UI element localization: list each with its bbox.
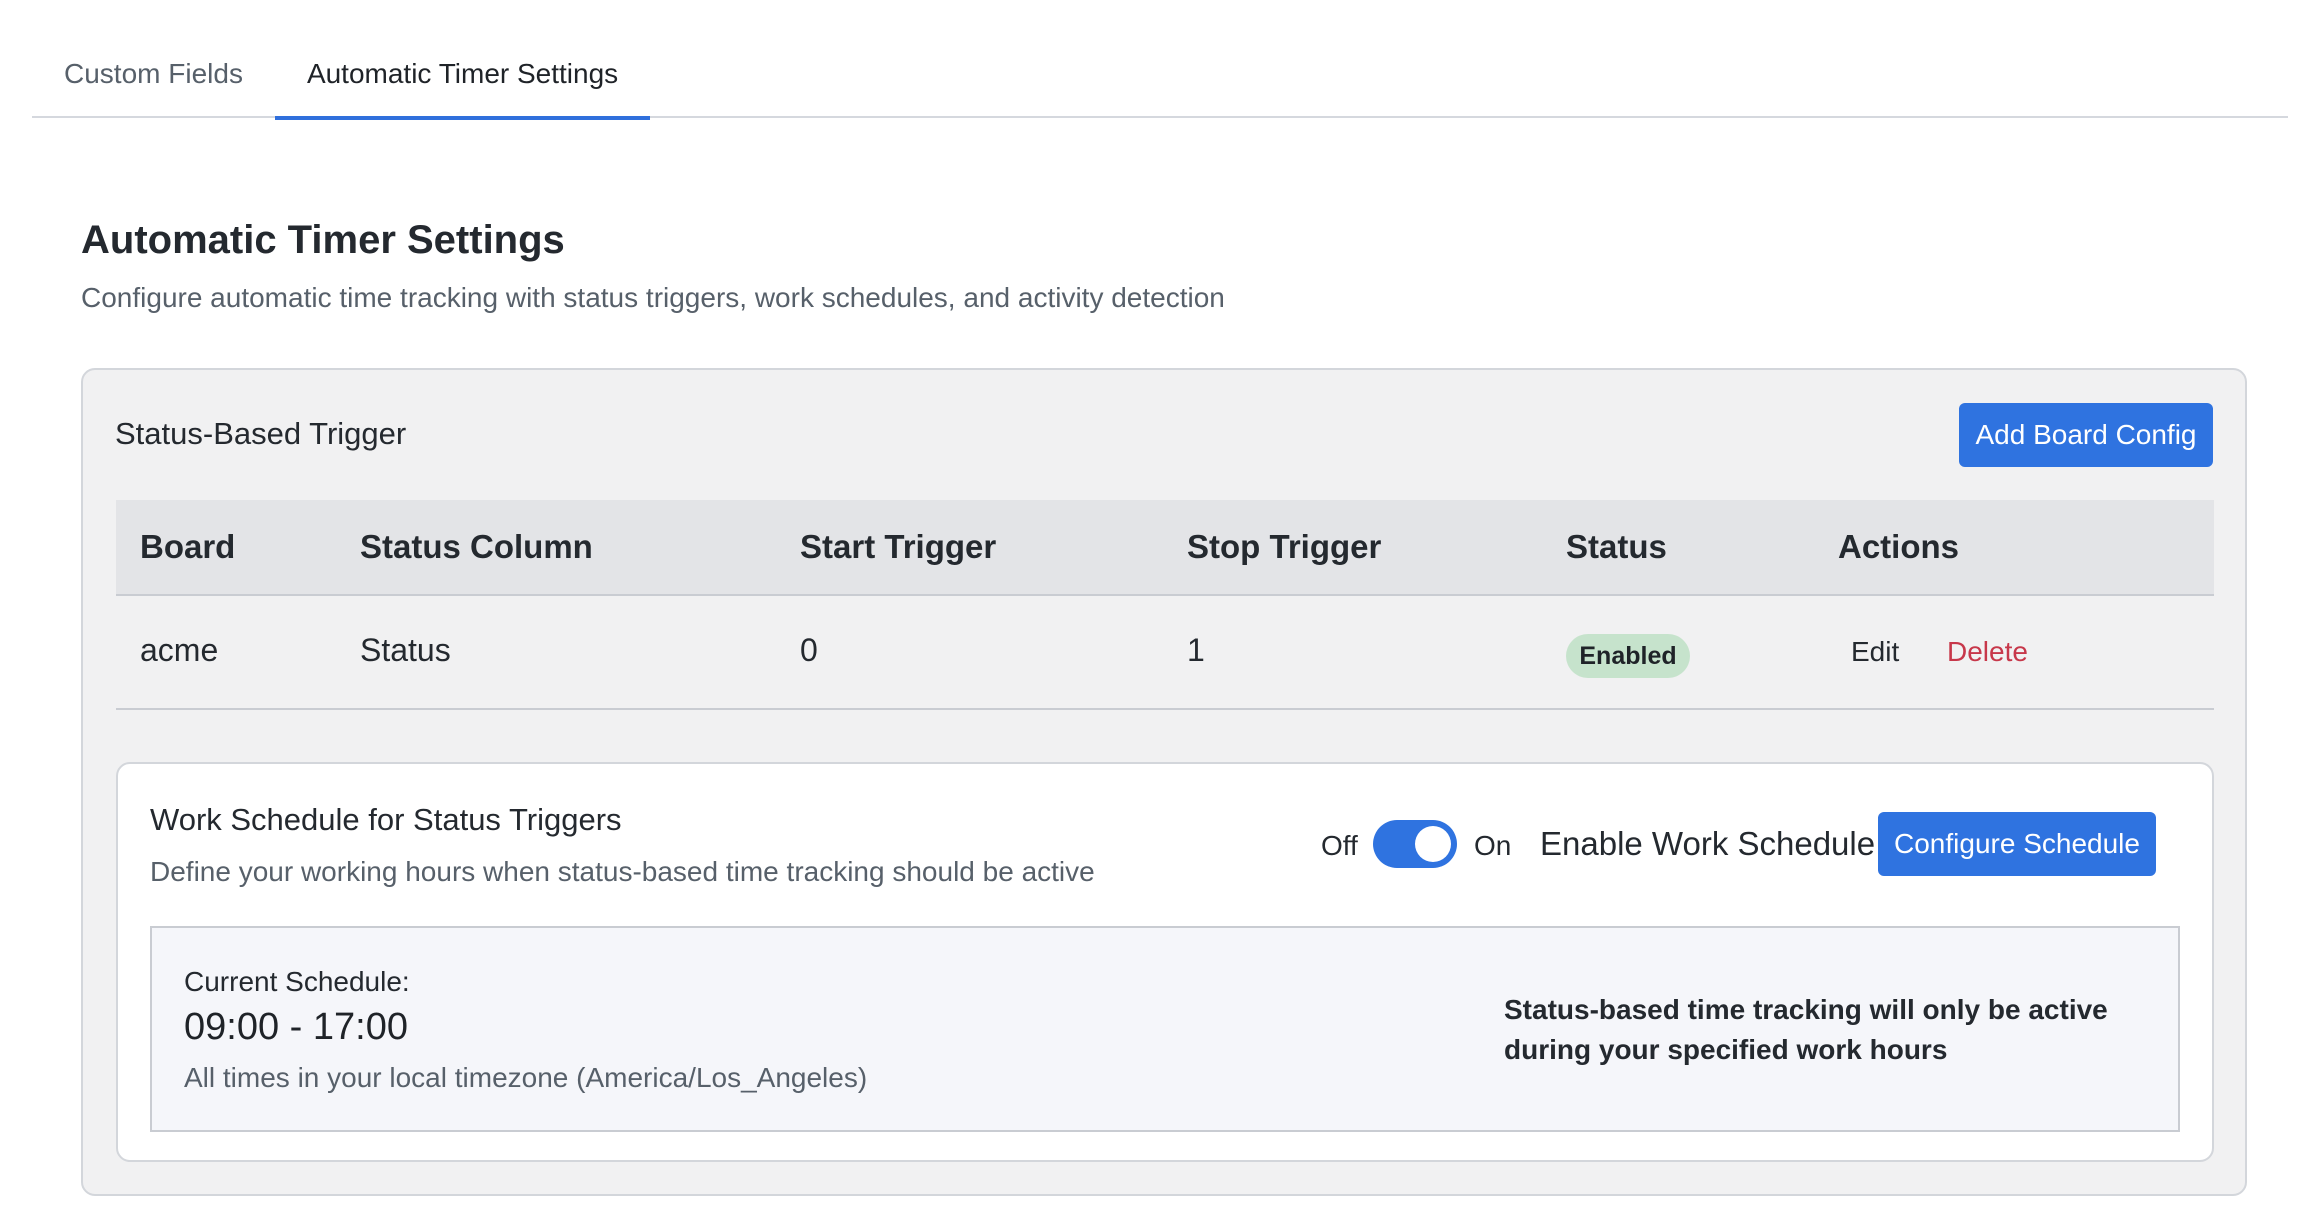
- board-config-table: Board Status Column Start Trigger Stop T…: [116, 500, 2214, 710]
- header-status-column: Status Column: [360, 528, 593, 565]
- delete-button[interactable]: Delete: [1947, 636, 2028, 668]
- header-board: Board: [140, 528, 236, 565]
- toggle-knob: [1415, 826, 1451, 862]
- status-trigger-title: Status-Based Trigger: [115, 416, 407, 451]
- enable-work-schedule-label: Enable Work Schedule: [1540, 825, 1876, 862]
- tab-custom-fields[interactable]: Custom Fields: [32, 40, 275, 118]
- table-header: Board Status Column Start Trigger Stop T…: [116, 500, 2214, 596]
- status-badge: Enabled: [1566, 634, 1690, 678]
- header-actions: Actions: [1838, 528, 1960, 565]
- current-schedule-panel: Current Schedule: 09:00 - 17:00 All time…: [150, 926, 2180, 1132]
- tab-label: Custom Fields: [64, 58, 243, 89]
- page-description: Configure automatic time tracking with s…: [81, 282, 1225, 313]
- cell-stop-trigger: 1: [1187, 632, 1205, 668]
- toggle-on-label: On: [1474, 830, 1512, 861]
- page-title: Automatic Timer Settings: [81, 218, 565, 262]
- enable-work-schedule-toggle[interactable]: [1373, 820, 1457, 868]
- cell-start-trigger: 0: [800, 632, 818, 668]
- edit-button[interactable]: Edit: [1851, 636, 1899, 668]
- configure-schedule-button[interactable]: Configure Schedule: [1878, 812, 2156, 876]
- current-schedule-time: 09:00 - 17:00: [184, 1006, 408, 1048]
- tab-automatic-timer-settings[interactable]: Automatic Timer Settings: [274, 40, 651, 120]
- header-start-trigger: Start Trigger: [800, 528, 997, 565]
- status-trigger-card: Status-Based Trigger Add Board Config Bo…: [81, 368, 2247, 1196]
- toggle-off-label: Off: [1321, 830, 1358, 861]
- add-board-config-button[interactable]: Add Board Config: [1959, 403, 2213, 467]
- table-row: acme Status 0 1 Enabled Edit Delete: [116, 596, 2214, 710]
- cell-board: acme: [140, 632, 219, 668]
- tab-label: Automatic Timer Settings: [306, 58, 619, 89]
- current-schedule-label: Current Schedule:: [184, 966, 410, 997]
- tab-bar: Custom Fields Automatic Timer Settings: [32, 40, 2288, 120]
- header-status: Status: [1566, 528, 1667, 565]
- header-stop-trigger: Stop Trigger: [1187, 528, 1382, 565]
- work-schedule-title: Work Schedule for Status Triggers: [150, 802, 622, 837]
- cell-status-column: Status: [360, 632, 451, 668]
- work-schedule-description: Define your working hours when status-ba…: [150, 856, 1095, 887]
- schedule-info-note: Status-based time tracking will only be …: [1504, 994, 2108, 1065]
- timezone-note: All times in your local timezone (Americ…: [184, 1062, 868, 1093]
- work-schedule-card: Work Schedule for Status Triggers Define…: [116, 762, 2214, 1162]
